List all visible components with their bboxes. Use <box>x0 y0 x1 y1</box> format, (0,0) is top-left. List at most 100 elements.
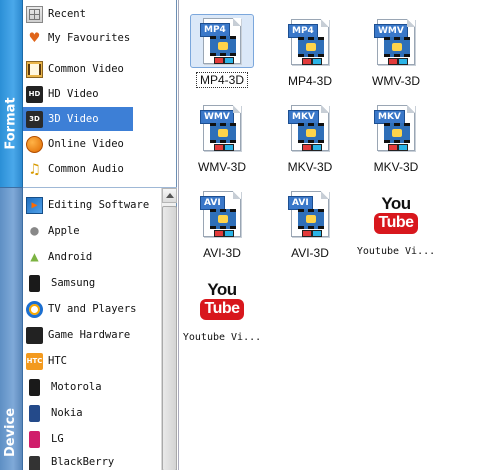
format-tile-youtube-video[interactable]: You Tube Youtube Vi... <box>183 268 261 346</box>
format-tile-mp4-3d[interactable]: MP4 MP4-3D <box>183 10 261 88</box>
film-icon <box>26 60 43 78</box>
format-badge: MP4 <box>288 24 318 38</box>
category-label: Common Video <box>48 63 124 75</box>
format-tile-youtube-video[interactable]: You Tube Youtube Vi... <box>357 182 435 260</box>
device-list-scrollbar[interactable] <box>161 188 177 470</box>
scroll-thumb[interactable] <box>162 206 177 470</box>
globe-icon <box>26 135 43 153</box>
wmv-3d-file-icon: WMV <box>364 14 428 70</box>
category-motorola[interactable]: Motorola <box>23 375 161 399</box>
category-tv-and-players[interactable]: TV and Players <box>23 297 161 321</box>
category-label: Online Video <box>48 138 124 150</box>
phone-icon <box>29 404 40 422</box>
avi-3d-file-icon: AVI <box>278 186 342 242</box>
category-panel: Recent ♥ My Favourites Common Video HD H… <box>23 0 177 470</box>
editing-icon: ▶ <box>26 196 43 214</box>
category-label: HTC <box>48 355 67 367</box>
phone-icon <box>29 274 40 292</box>
format-tile-label: Youtube Vi... <box>356 246 436 257</box>
category-3d-video[interactable]: 3D 3D Video <box>23 107 133 131</box>
mp4-3d-file-icon: MP4 <box>278 14 342 70</box>
category-label: Samsung <box>51 277 96 289</box>
format-badge: AVI <box>288 196 313 210</box>
format-tile-avi-3d[interactable]: AVI AVI-3D <box>183 182 261 260</box>
phone-icon <box>29 430 40 448</box>
category-label: TV and Players <box>48 303 137 315</box>
category-label: My Favourites <box>48 32 131 44</box>
format-tile-avi-3d[interactable]: AVI AVI-3D <box>271 182 349 260</box>
category-samsung[interactable]: Samsung <box>23 271 161 295</box>
category-label: Motorola <box>51 381 102 393</box>
category-label: Common Audio <box>48 163 124 175</box>
format-tile-label: AVI-3D <box>291 246 329 260</box>
3d-icon: 3D <box>26 110 43 128</box>
format-tile-label: MP4-3D <box>287 74 332 88</box>
tab-device-label: Device <box>3 407 19 458</box>
category-editing-software[interactable]: ▶ Editing Software <box>23 193 161 217</box>
format-badge: MKV <box>374 110 405 124</box>
format-badge: AVI <box>200 196 225 210</box>
category-label: 3D Video <box>48 113 99 125</box>
grid-icon <box>26 5 43 23</box>
category-label: BlackBerry <box>51 456 115 468</box>
android-icon: ▲ <box>30 249 39 265</box>
format-tile-label: MKV-3D <box>287 160 333 174</box>
htc-icon: HTC <box>26 352 43 370</box>
format-grid: MP4 MP4-3D MP4 MP4-3D WMV WMV-3D WMV WMV… <box>178 0 500 470</box>
category-online-video[interactable]: Online Video <box>23 132 133 156</box>
category-nokia[interactable]: Nokia <box>23 401 161 425</box>
format-tile-label: WMV-3D <box>372 74 420 88</box>
category-my-favourites[interactable]: ♥ My Favourites <box>23 26 133 50</box>
tv-icon <box>26 300 43 318</box>
apple-icon: ● <box>30 223 39 239</box>
format-tile-label: Youtube Vi... <box>182 332 262 343</box>
wmv-3d-file-icon: WMV <box>190 100 254 156</box>
category-lg[interactable]: LG <box>23 427 161 451</box>
tab-format-label: Format <box>3 97 19 150</box>
gamepad-icon <box>26 326 43 344</box>
category-htc[interactable]: HTC HTC <box>23 349 161 373</box>
tab-format[interactable]: Format <box>0 0 23 187</box>
format-badge: MKV <box>288 110 319 124</box>
mkv-3d-file-icon: MKV <box>364 100 428 156</box>
vertical-tab-strip: Format Device <box>0 0 23 470</box>
format-category-list: Recent ♥ My Favourites Common Video HD H… <box>23 0 177 187</box>
category-game-hardware[interactable]: Game Hardware <box>23 323 161 347</box>
format-tile-wmv-3d[interactable]: WMV WMV-3D <box>183 96 261 174</box>
category-label: Nokia <box>51 407 83 419</box>
phone-icon <box>29 456 40 470</box>
category-label: LG <box>51 433 64 445</box>
category-label: Apple <box>48 225 80 237</box>
category-label: Recent <box>48 8 86 20</box>
format-badge: MP4 <box>200 23 230 37</box>
mp4-3d-file-icon: MP4 <box>190 14 254 68</box>
format-tile-label: MP4-3D <box>195 72 248 88</box>
category-label: Game Hardware <box>48 329 131 341</box>
format-tile-mp4-3d[interactable]: MP4 MP4-3D <box>271 10 349 88</box>
phone-icon <box>29 378 40 396</box>
tab-device[interactable]: Device <box>0 187 23 470</box>
category-android[interactable]: ▲ Android <box>23 245 161 269</box>
scroll-up-arrow-icon[interactable] <box>162 188 177 203</box>
category-label: Android <box>48 251 93 263</box>
format-tile-mkv-3d[interactable]: MKV MKV-3D <box>271 96 349 174</box>
avi-3d-file-icon: AVI <box>190 186 254 242</box>
music-icon: ♫ <box>29 160 40 178</box>
mkv-3d-file-icon: MKV <box>278 100 342 156</box>
category-common-video[interactable]: Common Video <box>23 57 133 81</box>
heart-icon: ♥ <box>29 28 40 47</box>
category-label: Editing Software <box>48 199 150 211</box>
hd-icon: HD <box>26 85 43 103</box>
format-tile-wmv-3d[interactable]: WMV WMV-3D <box>357 10 435 88</box>
category-hd-video[interactable]: HD HD Video <box>23 82 133 106</box>
format-badge: WMV <box>200 110 234 124</box>
device-category-list: ▶ Editing Software ● Apple ▲ Android Sam… <box>23 187 177 470</box>
category-blackberry[interactable]: BlackBerry <box>23 453 161 470</box>
format-tile-mkv-3d[interactable]: MKV MKV-3D <box>357 96 435 174</box>
category-recent[interactable]: Recent <box>23 2 133 26</box>
format-tile-label: AVI-3D <box>203 246 241 260</box>
category-common-audio[interactable]: ♫ Common Audio <box>23 157 133 181</box>
category-apple[interactable]: ● Apple <box>23 219 161 243</box>
format-tile-label: WMV-3D <box>198 160 246 174</box>
youtube-logo-icon: You Tube <box>364 186 428 242</box>
